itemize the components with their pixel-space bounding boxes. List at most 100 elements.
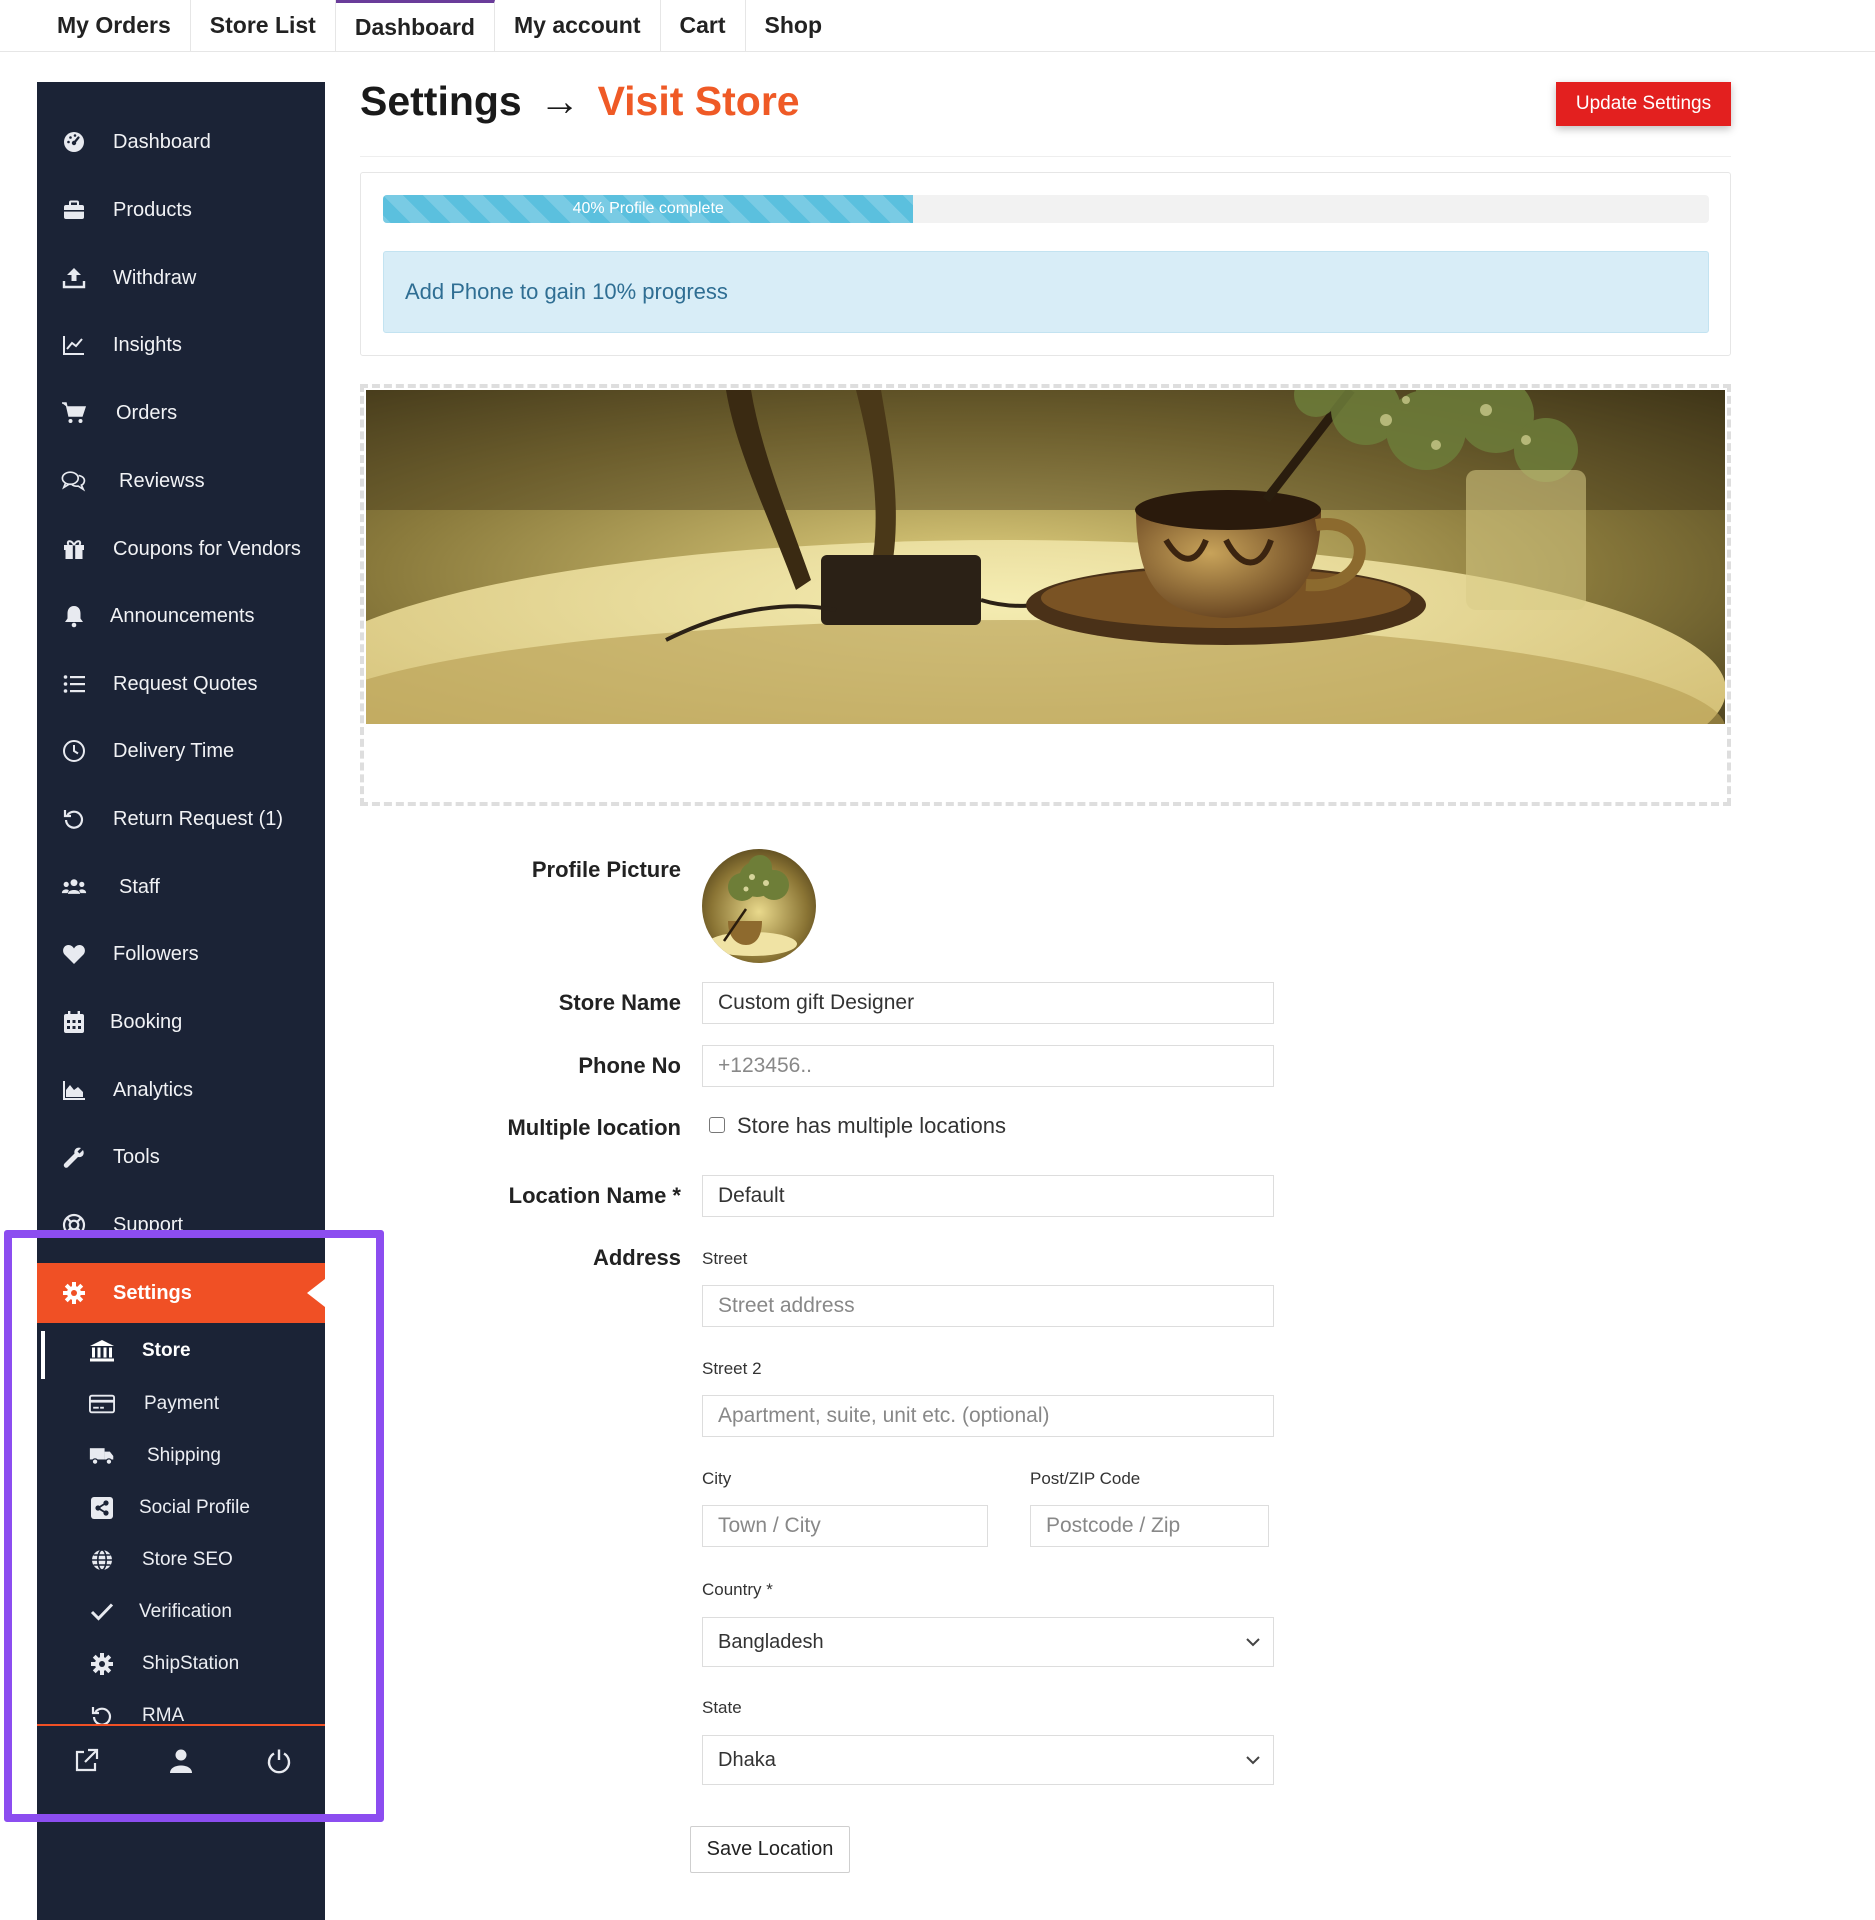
line-chart-icon bbox=[61, 332, 87, 358]
sidebar-subitem-label: Social Profile bbox=[139, 1497, 250, 1518]
nav-store-list[interactable]: Store List bbox=[191, 0, 336, 51]
update-settings-button[interactable]: Update Settings bbox=[1556, 82, 1731, 126]
nav-dashboard[interactable]: Dashboard bbox=[335, 0, 495, 51]
chevron-down-icon bbox=[1243, 1750, 1263, 1770]
sidebar-item-settings[interactable]: Settings bbox=[37, 1263, 325, 1323]
sidebar-item-label: Settings bbox=[113, 1281, 192, 1304]
clock-icon bbox=[61, 738, 87, 764]
sidebar-item-withdraw[interactable]: Withdraw bbox=[37, 250, 325, 306]
phone-input[interactable]: +123456.. bbox=[702, 1045, 1274, 1087]
street2-placeholder: Apartment, suite, unit etc. (optional) bbox=[718, 1404, 1050, 1427]
visit-store-link[interactable]: Visit Store bbox=[598, 78, 800, 124]
phone-label: Phone No bbox=[578, 1053, 681, 1078]
street2-input[interactable]: Apartment, suite, unit etc. (optional) bbox=[702, 1395, 1274, 1437]
street-label: Street bbox=[702, 1249, 748, 1268]
page-title-text: Settings bbox=[360, 78, 522, 124]
sidebar-subitem-store-seo[interactable]: Store SEO bbox=[37, 1538, 325, 1582]
arrow-right-icon: → bbox=[539, 78, 581, 124]
sidebar-item-staff[interactable]: Staff bbox=[37, 859, 325, 915]
sidebar-subitem-store[interactable]: Store bbox=[37, 1329, 325, 1379]
sidebar-item-followers[interactable]: Followers bbox=[37, 926, 325, 982]
country-select[interactable]: Bangladesh bbox=[702, 1617, 1274, 1667]
address-label: Address bbox=[592, 1245, 681, 1270]
location-name-value: Default bbox=[718, 1184, 785, 1207]
bell-icon bbox=[61, 603, 87, 629]
avatar[interactable] bbox=[702, 849, 816, 963]
zip-label: Post/ZIP Code bbox=[1030, 1469, 1141, 1488]
sidebar-subitem-label: Payment bbox=[144, 1393, 219, 1414]
sidebar-item-orders[interactable]: Orders bbox=[37, 385, 325, 441]
profile-picture-label: Profile Picture bbox=[531, 857, 681, 882]
sidebar-subitem-label: Verification bbox=[139, 1601, 232, 1622]
nav-my-orders[interactable]: My Orders bbox=[38, 0, 191, 51]
share-icon bbox=[89, 1495, 115, 1521]
area-chart-icon bbox=[61, 1077, 87, 1103]
zip-input[interactable]: Postcode / Zip bbox=[1030, 1505, 1269, 1547]
sidebar-item-label: Dashboard bbox=[113, 130, 211, 153]
wrench-icon bbox=[61, 1144, 87, 1170]
progress-label: 40% Profile complete bbox=[572, 200, 724, 217]
sidebar-subitem-payment[interactable]: Payment bbox=[37, 1382, 325, 1426]
divider bbox=[360, 156, 1731, 157]
store-name-input[interactable]: Custom gift Designer bbox=[702, 982, 1274, 1024]
sidebar-subitem-shipstation[interactable]: ShipStation bbox=[37, 1642, 325, 1686]
street2-label: Street 2 bbox=[702, 1359, 762, 1378]
external-link-icon[interactable] bbox=[69, 1744, 103, 1778]
undo-icon bbox=[61, 806, 87, 832]
sidebar-item-analytics[interactable]: Analytics bbox=[37, 1062, 325, 1118]
sidebar-item-tools[interactable]: Tools bbox=[37, 1129, 325, 1185]
save-location-button[interactable]: Save Location bbox=[690, 1826, 850, 1873]
sidebar-item-label: Followers bbox=[113, 942, 199, 965]
sidebar-item-announcements[interactable]: Announcements bbox=[37, 588, 325, 644]
life-ring-icon bbox=[61, 1212, 87, 1238]
chevron-down-icon bbox=[1243, 1632, 1263, 1652]
gift-icon bbox=[61, 536, 87, 562]
zip-placeholder: Postcode / Zip bbox=[1046, 1514, 1181, 1537]
comments-icon bbox=[61, 468, 87, 494]
sidebar-item-label: Request Quotes bbox=[113, 672, 258, 695]
store-name-label: Store Name bbox=[558, 990, 681, 1015]
bank-icon bbox=[89, 1338, 115, 1364]
sidebar-subitem-social-profile[interactable]: Social Profile bbox=[37, 1486, 325, 1530]
sidebar-item-return-request[interactable]: Return Request (1) bbox=[37, 791, 325, 847]
sidebar-subitem-verification[interactable]: Verification bbox=[37, 1590, 325, 1634]
check-icon bbox=[89, 1599, 115, 1625]
street-input[interactable]: Street address bbox=[702, 1285, 1274, 1327]
sidebar-item-reviews[interactable]: Reviewss bbox=[37, 453, 325, 509]
cart-icon bbox=[61, 400, 87, 426]
state-select[interactable]: Dhaka bbox=[702, 1735, 1274, 1785]
multiple-location-checkbox[interactable] bbox=[709, 1117, 725, 1133]
sidebar-subitem-shipping[interactable]: Shipping bbox=[37, 1434, 325, 1478]
location-name-input[interactable]: Default bbox=[702, 1175, 1274, 1217]
sidebar-item-coupons[interactable]: Coupons for Vendors bbox=[37, 521, 325, 577]
sidebar-item-delivery-time[interactable]: Delivery Time bbox=[37, 723, 325, 779]
city-placeholder: Town / City bbox=[718, 1514, 821, 1537]
top-nav: My Orders Store List Dashboard My accoun… bbox=[0, 0, 1875, 52]
sidebar-footer bbox=[37, 1724, 325, 1796]
globe-icon bbox=[89, 1547, 115, 1573]
power-icon[interactable] bbox=[262, 1744, 296, 1778]
sidebar-item-booking[interactable]: Booking bbox=[37, 994, 325, 1050]
sidebar-item-insights[interactable]: Insights bbox=[37, 317, 325, 373]
banner-upload-area[interactable] bbox=[360, 384, 1731, 806]
nav-cart[interactable]: Cart bbox=[661, 0, 746, 51]
sidebar-item-request-quotes[interactable]: Request Quotes bbox=[37, 656, 325, 712]
sidebar-item-label: Tools bbox=[113, 1145, 160, 1168]
sidebar-item-support[interactable]: Support bbox=[37, 1197, 325, 1253]
sidebar-item-dashboard[interactable]: Dashboard bbox=[37, 114, 325, 170]
users-icon bbox=[61, 874, 87, 900]
nav-shop[interactable]: Shop bbox=[746, 0, 842, 51]
state-label: State bbox=[702, 1698, 742, 1717]
truck-icon bbox=[89, 1443, 115, 1469]
sidebar-item-label: Analytics bbox=[113, 1078, 194, 1101]
gear-icon bbox=[89, 1651, 115, 1677]
sidebar-subitem-label: Store SEO bbox=[142, 1549, 233, 1570]
sidebar-item-products[interactable]: Products bbox=[37, 182, 325, 238]
gear-icon bbox=[61, 1280, 87, 1306]
city-input[interactable]: Town / City bbox=[702, 1505, 988, 1547]
nav-my-account[interactable]: My account bbox=[495, 0, 661, 51]
multiple-location-checkbox-label[interactable]: Store has multiple locations bbox=[737, 1113, 1006, 1139]
store-name-value: Custom gift Designer bbox=[718, 991, 915, 1014]
user-icon[interactable] bbox=[164, 1744, 198, 1778]
sidebar-item-label: Reviewss bbox=[119, 469, 205, 492]
